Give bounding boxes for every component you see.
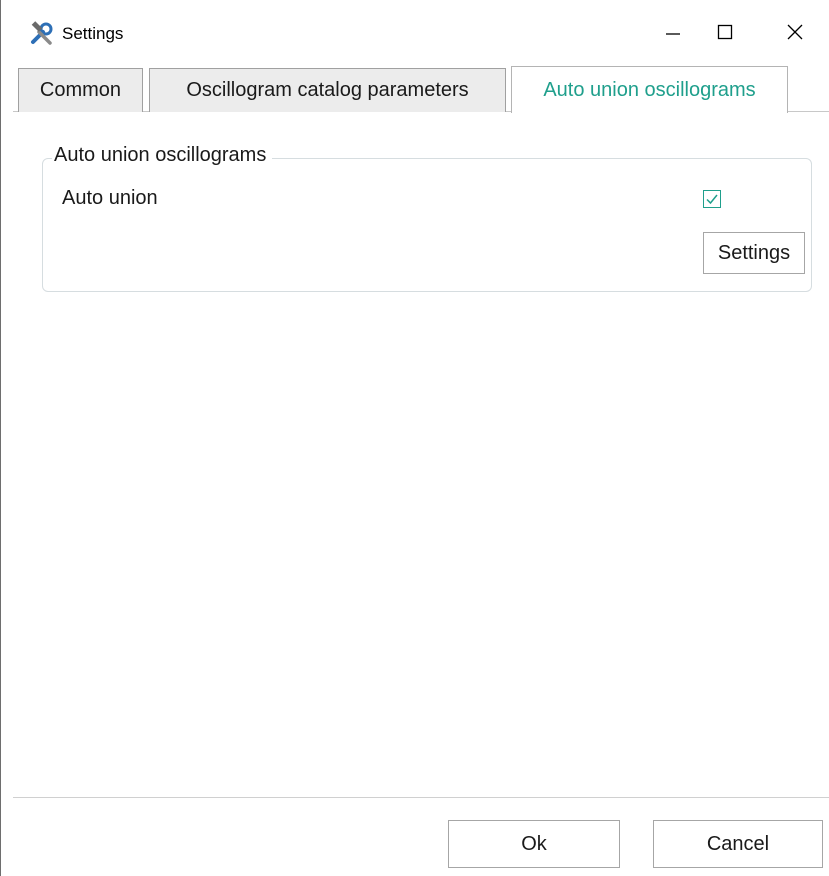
tab-oscillogram-catalog-parameters[interactable]: Oscillogram catalog parameters [149, 68, 506, 112]
maximize-button[interactable] [699, 0, 751, 64]
settings-window: Settings Common Oscillogram catalog para… [0, 0, 829, 876]
title-bar[interactable]: Settings [1, 0, 829, 64]
tab-auto-union-oscillograms[interactable]: Auto union oscillograms [511, 66, 788, 113]
ok-button[interactable]: Ok [448, 820, 620, 868]
minimize-button[interactable] [647, 0, 699, 64]
groupbox-title: Auto union oscillograms [52, 144, 273, 167]
auto-union-label: Auto union [62, 187, 158, 209]
tab-common[interactable]: Common [18, 68, 143, 112]
auto-union-settings-button[interactable]: Settings [703, 232, 805, 274]
close-button[interactable] [769, 0, 821, 64]
tools-icon [29, 21, 55, 47]
minimize-icon [666, 33, 680, 35]
checkmark-icon [706, 194, 718, 205]
auto-union-groupbox [42, 158, 812, 292]
auto-union-checkbox[interactable] [703, 190, 721, 208]
footer-divider [13, 797, 829, 798]
window-title: Settings [62, 24, 124, 43]
maximize-icon [717, 24, 733, 40]
close-icon [787, 24, 803, 40]
cancel-button[interactable]: Cancel [653, 820, 823, 868]
